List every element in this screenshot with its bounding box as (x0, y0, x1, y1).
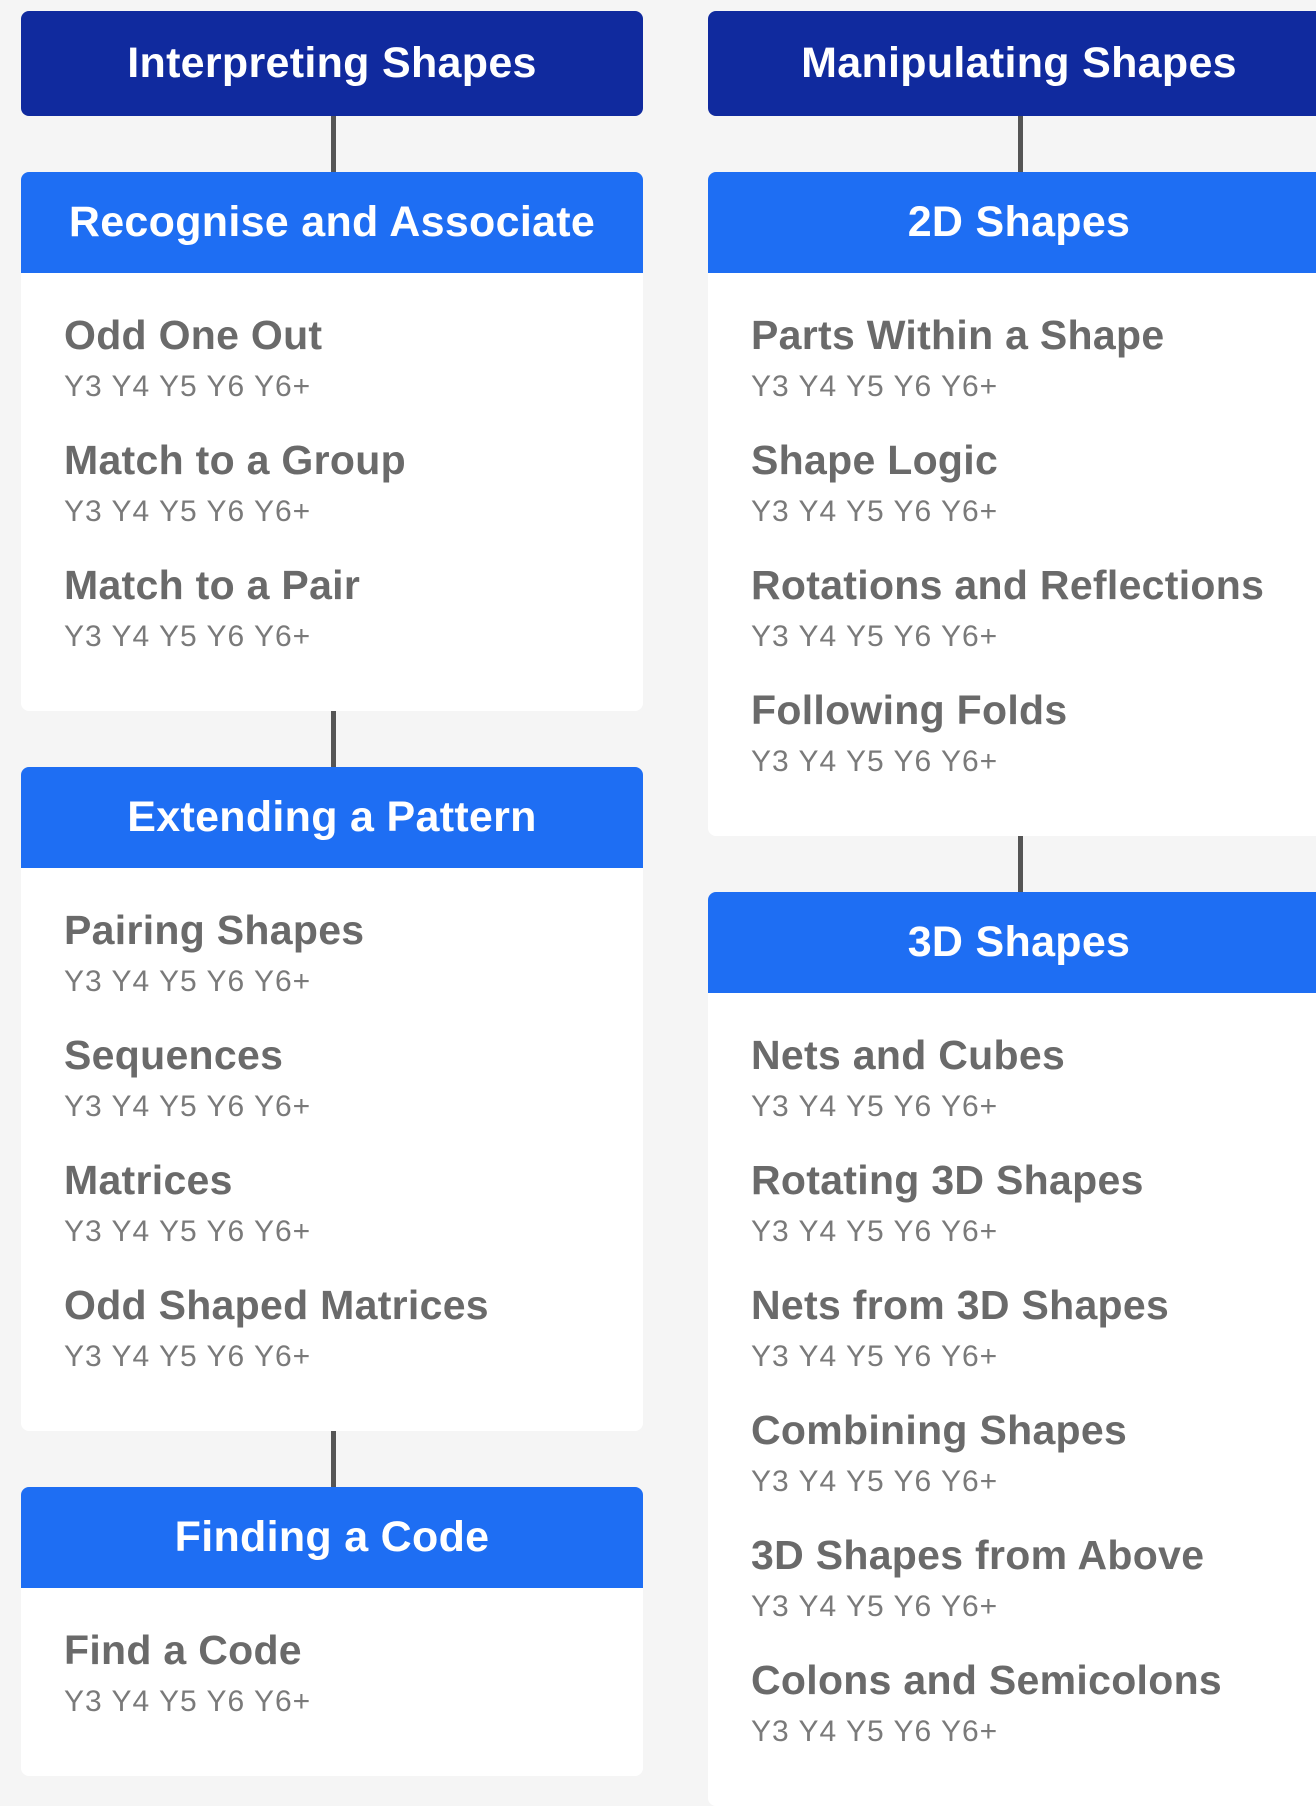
topic-years: Y3 Y4 Y5 Y6 Y6+ (64, 1340, 312, 1373)
section-header[interactable]: 3D Shapes (708, 892, 1316, 993)
topic-title[interactable]: Rotating 3D Shapes (751, 1151, 1316, 1209)
topic-item[interactable]: Pairing Shapes Y3 Y4 Y5 Y6 Y6+ (64, 901, 643, 1026)
topic-title[interactable]: Following Folds (751, 681, 1316, 739)
topic-title[interactable]: Odd Shaped Matrices (64, 1276, 643, 1334)
topic-item[interactable]: Shape Logic Y3 Y4 Y5 Y6 Y6+ (751, 431, 1316, 556)
topic-title[interactable]: Find a Code (64, 1621, 643, 1679)
topic-years: Y3 Y4 Y5 Y6 Y6+ (751, 495, 999, 528)
topic-item[interactable]: Parts Within a Shape Y3 Y4 Y5 Y6 Y6+ (751, 306, 1316, 431)
column-interpreting-shapes: Interpreting Shapes Recognise and Associ… (21, 11, 643, 1776)
topic-item[interactable]: Following Folds Y3 Y4 Y5 Y6 Y6+ (751, 681, 1316, 806)
topic-title[interactable]: Rotations and Reflections (751, 556, 1316, 614)
section-header[interactable]: Extending a Pattern (21, 767, 643, 868)
category-header[interactable]: Manipulating Shapes (708, 11, 1316, 116)
connector-line (331, 711, 336, 767)
topic-item[interactable]: Match to a Pair Y3 Y4 Y5 Y6 Y6+ (64, 556, 643, 681)
section-card: Parts Within a Shape Y3 Y4 Y5 Y6 Y6+ Sha… (708, 273, 1316, 836)
topic-years: Y3 Y4 Y5 Y6 Y6+ (751, 1340, 999, 1373)
topic-years: Y3 Y4 Y5 Y6 Y6+ (751, 745, 999, 778)
connector-line (331, 116, 336, 172)
connector-line (1018, 116, 1023, 172)
topic-years: Y3 Y4 Y5 Y6 Y6+ (751, 1715, 999, 1748)
topic-years: Y3 Y4 Y5 Y6 Y6+ (64, 965, 312, 998)
section-card: Odd One Out Y3 Y4 Y5 Y6 Y6+ Match to a G… (21, 273, 643, 711)
connector-line (1018, 836, 1023, 892)
topic-title[interactable]: Matrices (64, 1151, 643, 1209)
topic-title[interactable]: Nets from 3D Shapes (751, 1276, 1316, 1334)
topic-item[interactable]: Rotations and Reflections Y3 Y4 Y5 Y6 Y6… (751, 556, 1316, 681)
topic-item[interactable]: Sequences Y3 Y4 Y5 Y6 Y6+ (64, 1026, 643, 1151)
column-manipulating-shapes: Manipulating Shapes 2D Shapes Parts With… (708, 11, 1316, 1806)
topic-title[interactable]: Sequences (64, 1026, 643, 1084)
topic-years: Y3 Y4 Y5 Y6 Y6+ (751, 1090, 999, 1123)
topic-title[interactable]: Colons and Semicolons (751, 1651, 1316, 1709)
topic-years: Y3 Y4 Y5 Y6 Y6+ (64, 495, 312, 528)
topic-title[interactable]: 3D Shapes from Above (751, 1526, 1316, 1584)
topic-years: Y3 Y4 Y5 Y6 Y6+ (64, 370, 312, 403)
section-card: Pairing Shapes Y3 Y4 Y5 Y6 Y6+ Sequences… (21, 868, 643, 1431)
topic-years: Y3 Y4 Y5 Y6 Y6+ (64, 620, 312, 653)
topic-item[interactable]: Matrices Y3 Y4 Y5 Y6 Y6+ (64, 1151, 643, 1276)
topic-title[interactable]: Parts Within a Shape (751, 306, 1316, 364)
topic-title[interactable]: Shape Logic (751, 431, 1316, 489)
category-header[interactable]: Interpreting Shapes (21, 11, 643, 116)
topic-item[interactable]: Odd One Out Y3 Y4 Y5 Y6 Y6+ (64, 306, 643, 431)
connector-line (331, 1431, 336, 1487)
topic-item[interactable]: Nets and Cubes Y3 Y4 Y5 Y6 Y6+ (751, 1026, 1316, 1151)
topic-years: Y3 Y4 Y5 Y6 Y6+ (751, 1465, 999, 1498)
topic-years: Y3 Y4 Y5 Y6 Y6+ (64, 1685, 312, 1718)
topic-title[interactable]: Match to a Group (64, 431, 643, 489)
topic-item[interactable]: Match to a Group Y3 Y4 Y5 Y6 Y6+ (64, 431, 643, 556)
topic-title[interactable]: Nets and Cubes (751, 1026, 1316, 1084)
topic-title[interactable]: Odd One Out (64, 306, 643, 364)
topic-years: Y3 Y4 Y5 Y6 Y6+ (751, 1590, 999, 1623)
section-card: Find a Code Y3 Y4 Y5 Y6 Y6+ (21, 1588, 643, 1776)
topic-item[interactable]: Odd Shaped Matrices Y3 Y4 Y5 Y6 Y6+ (64, 1276, 643, 1401)
topic-title[interactable]: Match to a Pair (64, 556, 643, 614)
section-header[interactable]: 2D Shapes (708, 172, 1316, 273)
section-card: Nets and Cubes Y3 Y4 Y5 Y6 Y6+ Rotating … (708, 993, 1316, 1806)
section-header[interactable]: Finding a Code (21, 1487, 643, 1588)
topic-years: Y3 Y4 Y5 Y6 Y6+ (64, 1215, 312, 1248)
topic-item[interactable]: 3D Shapes from Above Y3 Y4 Y5 Y6 Y6+ (751, 1526, 1316, 1651)
topic-years: Y3 Y4 Y5 Y6 Y6+ (751, 370, 999, 403)
topic-title[interactable]: Pairing Shapes (64, 901, 643, 959)
section-header[interactable]: Recognise and Associate (21, 172, 643, 273)
topic-item[interactable]: Combining Shapes Y3 Y4 Y5 Y6 Y6+ (751, 1401, 1316, 1526)
topic-title[interactable]: Combining Shapes (751, 1401, 1316, 1459)
topic-years: Y3 Y4 Y5 Y6 Y6+ (751, 620, 999, 653)
topic-item[interactable]: Nets from 3D Shapes Y3 Y4 Y5 Y6 Y6+ (751, 1276, 1316, 1401)
topic-item[interactable]: Find a Code Y3 Y4 Y5 Y6 Y6+ (64, 1621, 643, 1746)
topic-item[interactable]: Colons and Semicolons Y3 Y4 Y5 Y6 Y6+ (751, 1651, 1316, 1776)
topic-years: Y3 Y4 Y5 Y6 Y6+ (64, 1090, 312, 1123)
topic-years: Y3 Y4 Y5 Y6 Y6+ (751, 1215, 999, 1248)
topic-item[interactable]: Rotating 3D Shapes Y3 Y4 Y5 Y6 Y6+ (751, 1151, 1316, 1276)
